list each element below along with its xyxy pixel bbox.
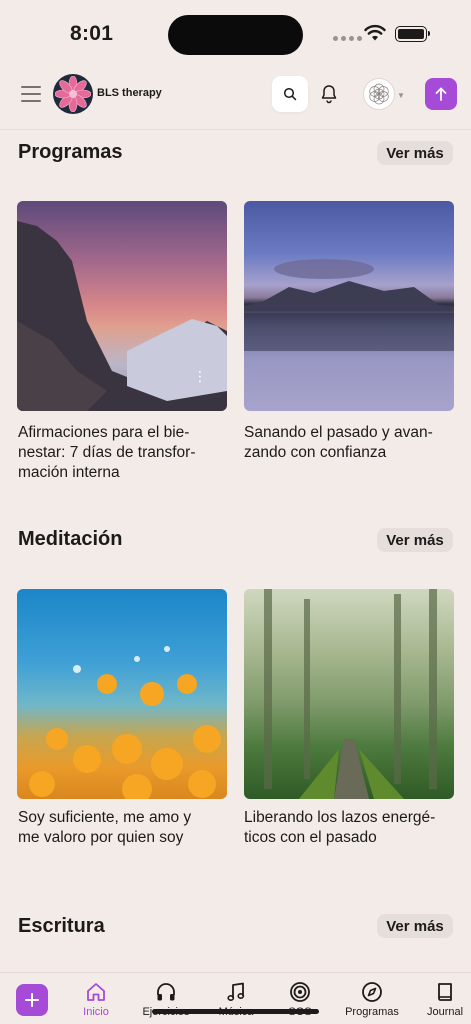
program-card-image-1[interactable]: ⋮ [17,201,227,411]
wifi-icon [364,24,386,41]
program-card-title-2[interactable]: Sanando el pasado y avan- zando con conf… [244,423,458,463]
section-title-escritura: Escritura [18,915,105,937]
battery-icon [395,26,430,42]
meditation-card-image-2[interactable] [244,589,454,799]
more-options-icon[interactable]: ⋮ [193,369,207,383]
compass-icon [362,982,382,1002]
see-more-meditacion-button[interactable]: Ver más [377,528,453,552]
arrow-up-icon [435,87,447,101]
bottom-navigation: Inicio Ejercicios Música SOS Programas [0,972,471,1024]
search-icon [283,87,297,101]
add-button[interactable] [16,984,48,1016]
headphones-icon [157,983,175,1001]
dynamic-island [168,15,303,55]
home-icon [87,983,105,1001]
avatar [363,78,395,110]
nav-item-inicio[interactable]: Inicio [61,981,131,1018]
flower-of-life-icon [369,83,389,105]
brand-logo [53,74,93,114]
status-bar: 8:01 [0,0,471,64]
section-title-programas: Programas [18,141,123,163]
meditation-card-title-1[interactable]: Soy suficiente, me amo y me valoro por q… [18,808,232,848]
app-header: BLS therapy ▼ [0,64,471,130]
nav-item-journal[interactable]: Journal [410,981,471,1018]
meditation-card-image-1[interactable] [17,589,227,799]
nav-label: Inicio [83,1006,109,1018]
section-title-meditacion: Meditación [18,528,123,550]
see-more-programas-button[interactable]: Ver más [377,141,453,165]
program-card-image-2[interactable] [244,201,454,411]
book-icon [438,983,452,1001]
music-note-icon [227,982,245,1002]
brand-name: BLS therapy [97,87,162,99]
plus-icon [25,993,39,1007]
cellular-signal-icon [333,36,362,41]
chevron-down-icon: ▼ [397,90,405,100]
home-indicator [152,1009,319,1014]
see-more-escritura-button[interactable]: Ver más [377,914,453,938]
profile-menu[interactable]: ▼ [363,78,405,110]
status-time: 8:01 [70,22,114,45]
program-card-title-1[interactable]: Afirmaciones para el bie- nestar: 7 días… [18,423,232,483]
menu-icon[interactable] [21,86,41,102]
upload-button[interactable] [425,78,457,110]
nav-item-programas[interactable]: Programas [337,981,407,1018]
target-icon [290,982,310,1002]
meditation-card-title-2[interactable]: Liberando los lazos energé- ticos con el… [244,808,458,848]
bell-icon[interactable] [320,84,338,104]
nav-label: Programas [345,1006,399,1018]
nav-label: Journal [426,1006,464,1018]
search-button[interactable] [272,76,308,112]
